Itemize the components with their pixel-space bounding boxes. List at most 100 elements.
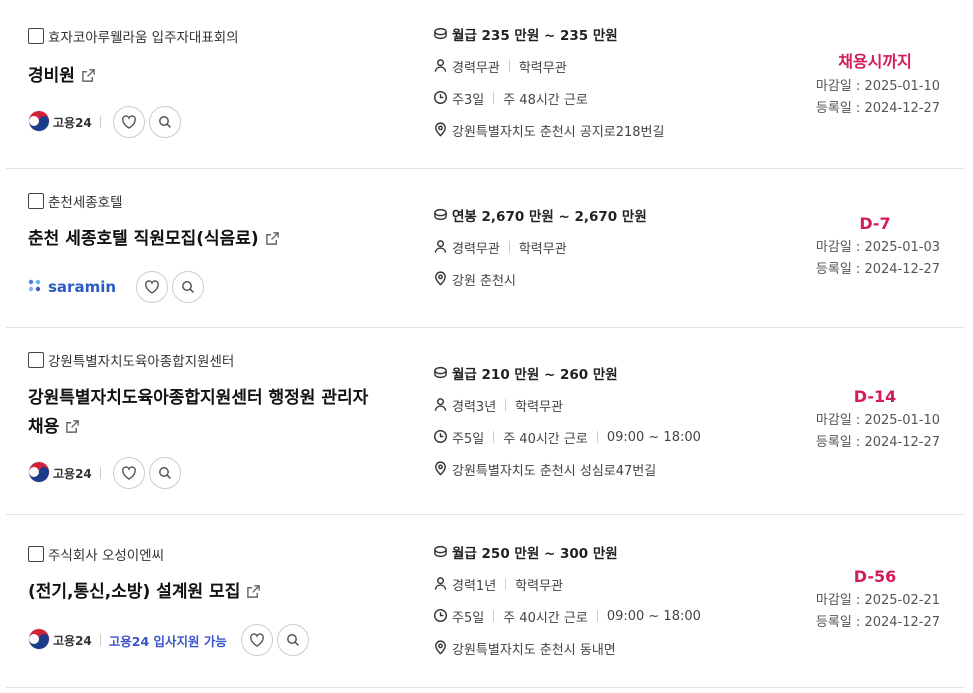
divider <box>99 116 101 128</box>
workhours-text: 주 40시간 근로 <box>503 431 588 447</box>
workdays-text: 주5일 <box>452 610 485 626</box>
bookmark-button[interactable] <box>136 271 168 303</box>
deadline-date: 마감일 : 2025-02-21 <box>815 593 940 608</box>
job-card: 주식회사 오성이엔씨 (전기,통신,소방) 설계원 모집 고용24 고용24 입… <box>6 515 965 688</box>
dday-badge: D-14 <box>853 387 897 406</box>
company-row: 효자코아루웰라움 입주자대표회의 <box>28 26 408 46</box>
salary-row: 월급 250 만원 ~ 300 만원 <box>433 536 793 568</box>
search-button[interactable] <box>148 106 181 138</box>
job-actions: saramin <box>28 271 204 303</box>
divider <box>505 399 507 411</box>
education-text: 학력무관 <box>515 578 563 594</box>
bookmark-button[interactable] <box>240 624 273 656</box>
search-button[interactable] <box>276 624 309 656</box>
person-icon <box>433 397 449 413</box>
source-logo: 고용24 <box>28 461 92 486</box>
divider <box>99 467 101 479</box>
divider <box>596 610 598 622</box>
source-name: 고용24 <box>53 115 92 130</box>
job-actions: 고용24 <box>28 457 181 489</box>
job-title-text[interactable]: (전기,통신,소방) 설계원 모집 <box>28 582 240 602</box>
job-title-text[interactable]: 춘천 세종호텔 직원모집(식음료) <box>28 229 259 249</box>
search-button[interactable] <box>148 457 181 489</box>
dday-badge: 채용시까지 <box>838 52 912 71</box>
salary-text: 연봉 2,670 만원 ~ 2,670 만원 <box>452 209 647 225</box>
company-name: 주식회사 오성이엔씨 <box>48 548 165 564</box>
clock-icon <box>433 90 449 106</box>
select-checkbox[interactable] <box>28 546 44 562</box>
education-text: 학력무관 <box>518 241 567 257</box>
job-card: 춘천세종호텔 춘천 세종호텔 직원모집(식음료) saramin 연봉 2,67… <box>6 169 965 328</box>
registered-date: 등록일 : 2024-12-27 <box>815 435 940 450</box>
bookmark-button[interactable] <box>112 106 145 138</box>
divider <box>493 431 495 443</box>
salary-row: 월급 235 만원 ~ 235 만원 <box>433 18 793 50</box>
job-title-text[interactable]: 강원특별자치도육아종합지원센터 행정원 관리자 <box>28 384 408 413</box>
select-checkbox[interactable] <box>28 193 44 209</box>
location-row: 강원특별자치도 춘천시 성심로47번길 <box>433 453 793 485</box>
person-icon <box>433 58 449 74</box>
deadline-date: 마감일 : 2025-01-03 <box>815 240 940 255</box>
job-title[interactable]: 경비원 <box>28 62 408 93</box>
person-icon <box>433 239 449 255</box>
job-title[interactable]: (전기,통신,소방) 설계원 모집 <box>28 578 408 609</box>
salary-text: 월급 250 만원 ~ 300 만원 <box>452 546 618 562</box>
clock-icon <box>433 429 449 445</box>
external-link-icon[interactable] <box>65 415 80 444</box>
job-list: 효자코아루웰라움 입주자대표회의 경비원 고용24 월급 235 만원 ~ 23… <box>0 0 973 693</box>
deadline-date: 마감일 : 2025-01-10 <box>815 79 940 94</box>
dday-badge: D-7 <box>859 214 891 233</box>
experience-text: 경력무관 <box>452 60 500 76</box>
source-name: saramin <box>48 278 117 296</box>
person-icon <box>433 576 449 592</box>
workhours-text: 주 48시간 근로 <box>503 92 588 108</box>
source-name: 고용24 <box>53 466 92 481</box>
divider <box>508 60 510 72</box>
location-pin-icon <box>433 271 449 287</box>
education-text: 학력무관 <box>515 399 563 415</box>
search-icon <box>158 116 171 129</box>
company-row: 주식회사 오성이엔씨 <box>28 544 408 564</box>
external-link-icon[interactable] <box>265 227 280 256</box>
source-logo: 고용24 <box>28 110 92 135</box>
requirement-row: 경력3년 학력무관 <box>433 389 793 421</box>
job-title[interactable]: 춘천 세종호텔 직원모집(식음료) <box>28 225 408 256</box>
workdays-text: 주3일 <box>452 92 485 108</box>
heart-icon <box>121 466 136 480</box>
heart-icon <box>249 633 264 647</box>
company-name: 효자코아루웰라움 입주자대표회의 <box>48 30 239 46</box>
job-actions: 고용24 <box>28 106 181 138</box>
coin-icon <box>433 544 449 560</box>
education-text: 학력무관 <box>518 60 567 76</box>
divider <box>508 241 510 253</box>
search-icon <box>182 281 195 294</box>
korea-gov-logo-icon <box>28 628 50 653</box>
source-logo: 고용24 <box>28 628 92 653</box>
dday-badge: D-56 <box>853 567 897 586</box>
worktime-text: 09:00 ~ 18:00 <box>606 429 701 445</box>
external-link-icon[interactable] <box>246 580 261 609</box>
job-title-text[interactable]: 경비원 <box>28 66 75 86</box>
divider <box>493 610 495 622</box>
location-text: 강원특별자치도 춘천시 공지로218번길 <box>452 124 665 140</box>
external-link-icon[interactable] <box>81 64 96 93</box>
source-name: 고용24 <box>53 633 92 648</box>
requirement-row: 경력무관 학력무관 <box>433 50 793 82</box>
select-checkbox[interactable] <box>28 352 44 368</box>
coin-icon <box>433 26 449 42</box>
korea-gov-logo-icon <box>28 461 50 486</box>
divider <box>99 634 101 646</box>
location-pin-icon <box>433 461 449 477</box>
job-title[interactable]: 강원특별자치도육아종합지원센터 행정원 관리자 채용 <box>28 384 408 444</box>
coin-icon <box>433 365 449 381</box>
bookmark-button[interactable] <box>112 457 145 489</box>
salary-row: 월급 210 만원 ~ 260 만원 <box>433 357 793 389</box>
workdays-text: 주5일 <box>452 431 485 447</box>
apply-support-link[interactable]: 고용24 입사지원 가능 <box>109 631 227 650</box>
select-checkbox[interactable] <box>28 28 44 44</box>
job-title-text-line2[interactable]: 채용 <box>28 417 59 437</box>
search-button[interactable] <box>172 271 204 303</box>
job-actions: 고용24 고용24 입사지원 가능 <box>28 624 309 656</box>
job-card: 효자코아루웰라움 입주자대표회의 경비원 고용24 월급 235 만원 ~ 23… <box>6 0 965 169</box>
heart-icon <box>145 280 159 294</box>
